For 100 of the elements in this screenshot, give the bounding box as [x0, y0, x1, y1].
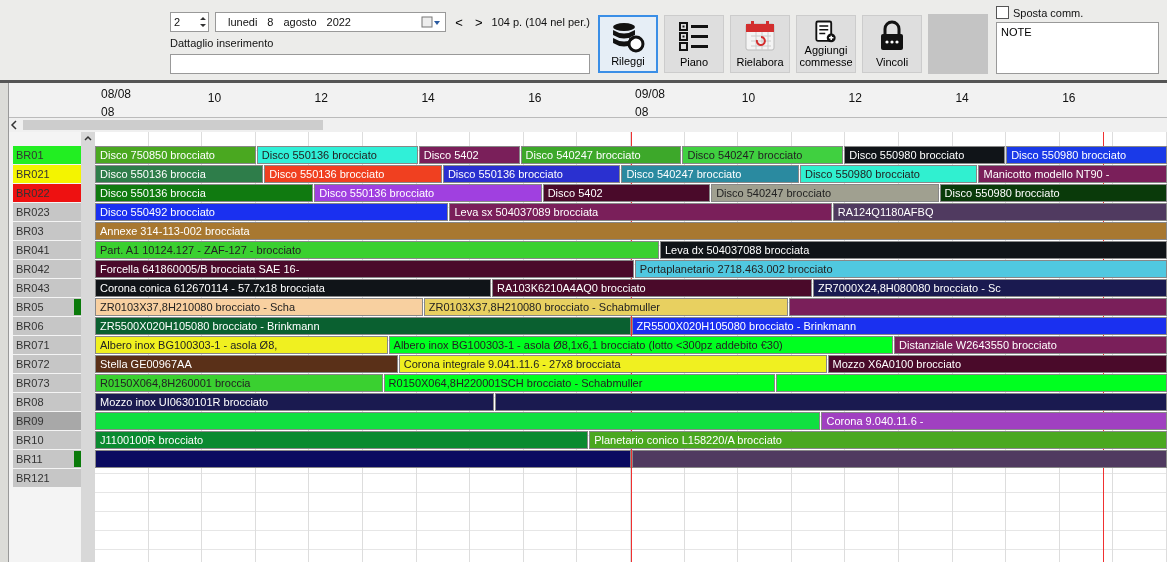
resource-label[interactable]: BR042 [13, 260, 81, 278]
task-bar[interactable]: ZR5500X020H105080 brocciato - Brinkmann [631, 317, 1167, 335]
task-bar[interactable]: Annexe 314-113-002 brocciata [95, 222, 1167, 240]
scroll-up-icon[interactable] [84, 135, 92, 141]
task-bar[interactable]: Disco 550136 brocciato [264, 165, 442, 183]
date-label: 09/08 [635, 87, 667, 101]
blank-panel [928, 14, 988, 74]
resource-label[interactable]: BR043 [13, 279, 81, 297]
task-bar[interactable]: ZR5500X020H105080 brocciato - Brinkmann [95, 317, 631, 335]
hour-label: 10 [741, 91, 757, 105]
hour-label: 14 [955, 91, 970, 105]
next-button[interactable]: > [471, 14, 486, 30]
resource-label[interactable]: BR05 [13, 298, 81, 316]
checklist-icon [678, 20, 710, 52]
resource-label[interactable]: BR06 [13, 317, 81, 335]
task-bar[interactable]: Albero inox BG100303-1 - asola Ø8, [95, 336, 388, 354]
resource-label[interactable]: BR01 [13, 146, 81, 164]
scroll-left-icon[interactable] [9, 120, 19, 130]
task-bar[interactable]: Corona conica 612670114 - 57.7x18 brocciata [95, 279, 492, 297]
task-bar[interactable]: J1100100R brocciato [95, 431, 589, 449]
task-bar[interactable]: Disco 5402 [542, 184, 711, 202]
task-bar[interactable]: Disco 540247 brocciato [711, 184, 939, 202]
toolbar-button[interactable]: Rileggi [598, 15, 658, 73]
number-spinner[interactable]: 2 [170, 12, 209, 32]
task-bar[interactable]: Part. A1 10124.127 - ZAF-127 - brocciato [95, 241, 659, 259]
date-picker[interactable]: lunedi 8 agosto 2022 [215, 12, 447, 32]
task-bar[interactable]: Disco 540247 brocciato [621, 165, 799, 183]
hour-label: 16 [528, 91, 543, 105]
task-bar[interactable]: Disco 550136 broccia [95, 165, 264, 183]
task-bar[interactable]: Corona integrale 9.041.11.6 - 27x8 brocciata [398, 355, 827, 373]
resource-label[interactable]: BR11 [13, 450, 81, 468]
database-refresh-icon [611, 21, 645, 55]
task-bar[interactable]: Disco 550980 brocciato [799, 165, 978, 183]
resource-label[interactable]: BR041 [13, 241, 81, 259]
toolbar-button[interactable]: Rielabora [730, 15, 790, 73]
task-bar[interactable]: Manicotto modello NT90 - [978, 165, 1167, 183]
task-bar[interactable]: Disco 550136 brocciato [314, 184, 542, 202]
task-bar[interactable]: R0150X064,8H220001SCH brocciato - Schabmuller [383, 374, 775, 392]
task-bar[interactable]: Disco 540247 brocciato [682, 146, 844, 164]
task-bar[interactable]: Disco 550492 brocciato [95, 203, 449, 221]
calendar-icon [744, 20, 776, 52]
detail-input-field[interactable] [170, 54, 590, 74]
task-bar[interactable]: Disco 550980 brocciato [939, 184, 1167, 202]
resource-label[interactable]: BR073 [13, 374, 81, 392]
resource-label[interactable]: BR023 [13, 203, 81, 221]
vertical-scrollbar[interactable] [81, 132, 95, 562]
task-bar[interactable]: Disco 550136 brocciato [442, 165, 621, 183]
task-bar[interactable]: Disco 550980 brocciato [1006, 146, 1167, 164]
task-bar[interactable]: Disco 5402 [418, 146, 520, 164]
task-bar[interactable]: Leva sx 504037089 brocciata [449, 203, 832, 221]
task-bar[interactable] [494, 393, 1167, 411]
hour-label: 08 [101, 105, 116, 119]
resource-label[interactable]: BR072 [13, 355, 81, 373]
task-bar[interactable]: Forcella 641860005/B brocciata SAE 16- [95, 260, 634, 278]
task-bar[interactable] [775, 374, 1167, 392]
detail-label: Dattaglio inserimento [170, 37, 275, 49]
resource-label[interactable]: BR08 [13, 393, 81, 411]
resource-label[interactable]: BR021 [13, 165, 81, 183]
date-label: 08/08 [101, 87, 133, 101]
hour-label: 16 [1062, 91, 1077, 105]
task-bar[interactable]: ZR0103X37,8H210080 brocciato - Scha [95, 298, 423, 316]
task-bar[interactable] [631, 450, 1167, 468]
task-bar[interactable]: Disco 550136 brocciato [256, 146, 418, 164]
checkbox[interactable] [996, 6, 1009, 19]
toolbar-button[interactable]: Vincoli [862, 15, 922, 73]
task-bar[interactable]: RA103K6210A4AQ0 brocciato [492, 279, 812, 297]
task-bar[interactable]: Disco 550980 brocciato [844, 146, 1006, 164]
spin-arrows-icon [198, 15, 208, 29]
toolbar-button[interactable]: Piano [664, 15, 724, 73]
resource-label[interactable]: BR121 [13, 469, 81, 487]
task-bar[interactable]: R0150X064,8H260001 broccia [95, 374, 383, 392]
task-bar[interactable]: Mozzo inox UI0630101R brocciato [95, 393, 494, 411]
record-count: 104 p. (104 nel per.) [491, 16, 590, 28]
task-bar[interactable] [95, 450, 631, 468]
task-bar[interactable]: Portaplanetario 2718.463.002 brocciato [634, 260, 1167, 278]
hour-label: 08 [635, 105, 650, 119]
resource-label[interactable]: BR03 [13, 222, 81, 240]
hour-label: 12 [848, 91, 863, 105]
resource-label[interactable]: BR10 [13, 431, 81, 449]
hour-label: 12 [314, 91, 329, 105]
task-bar[interactable]: Stella GE00967AA [95, 355, 398, 373]
task-bar[interactable]: Disco 550136 broccia [95, 184, 314, 202]
task-bar[interactable]: Mozzo X6A0100 brocciato [827, 355, 1167, 373]
task-bar[interactable]: Distanziale W2643550 brocciato [894, 336, 1167, 354]
checkbox-label: Sposta comm. [1013, 6, 1084, 19]
task-bar[interactable]: Albero inox BG100303-1 - asola Ø8,1x6,1 brocciato (lotto <300pz addebito €30) [388, 336, 893, 354]
toolbar-button[interactable]: Aggiungi commesse [796, 15, 856, 73]
previous-button[interactable]: < [452, 14, 466, 30]
resource-label[interactable]: BR071 [13, 336, 81, 354]
hour-label: 10 [207, 91, 223, 105]
hour-label: 14 [421, 91, 436, 105]
task-bar[interactable] [788, 298, 1167, 316]
notes-field[interactable]: NOTE [996, 22, 1159, 74]
task-bar[interactable]: ZR7000X24,8H080080 brocciato - Sc [812, 279, 1167, 297]
task-bar[interactable]: ZR0103X37,8H210080 brocciato - Schabmuller [423, 298, 788, 316]
scrollbar-thumb[interactable] [23, 120, 323, 130]
task-bar[interactable]: RA124Q1180AFBQ [832, 203, 1167, 221]
resource-label[interactable]: BR09 [13, 412, 81, 430]
task-bar[interactable]: Corona 9.040.11.6 - [821, 412, 1167, 430]
task-bar[interactable]: Leva dx 504037088 brocciata [659, 241, 1167, 259]
